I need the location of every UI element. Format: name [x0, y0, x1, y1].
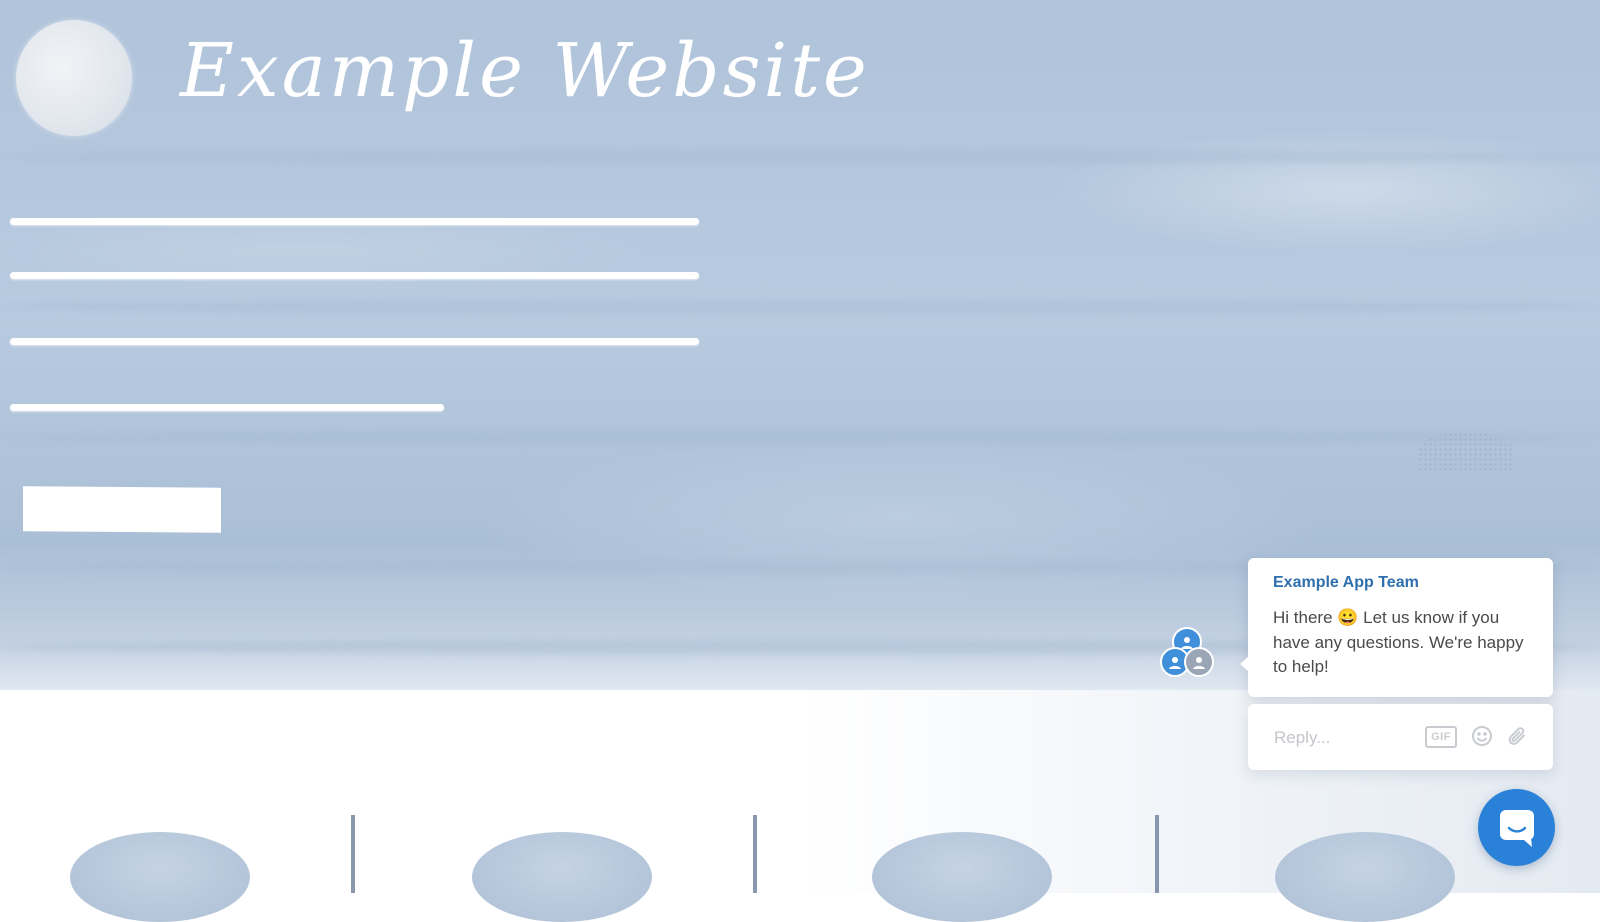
card-divider	[753, 815, 757, 893]
card-image	[472, 832, 652, 922]
placeholder-text-line	[10, 272, 699, 279]
cta-button[interactable]	[23, 486, 221, 533]
card-divider	[351, 815, 355, 893]
card-image	[872, 832, 1052, 922]
reply-composer: GIF	[1248, 704, 1553, 770]
team-avatars	[1160, 627, 1216, 677]
placeholder-text-line	[10, 218, 699, 225]
logo-moon-icon	[16, 20, 132, 136]
chat-message-card[interactable]: Example App Team Hi there 😀 Let us know …	[1240, 558, 1553, 697]
card-image	[1275, 832, 1455, 922]
team-avatar-icon	[1184, 647, 1214, 677]
chat-launcher-button[interactable]	[1478, 789, 1555, 866]
site-title: Example Website	[180, 28, 870, 114]
reply-input[interactable]	[1272, 724, 1426, 752]
card-image	[70, 832, 250, 922]
decorative-dots	[1418, 432, 1514, 470]
placeholder-text-line	[10, 404, 444, 411]
gif-icon[interactable]: GIF	[1425, 726, 1457, 748]
attachment-icon[interactable]	[1505, 724, 1529, 748]
card-divider	[1155, 815, 1159, 893]
chat-bubble-icon	[1499, 809, 1534, 847]
chat-team-name: Example App Team	[1273, 574, 1419, 591]
placeholder-text-line	[10, 338, 699, 345]
chat-message-text: Hi there 😀 Let us know if you have any q…	[1273, 608, 1524, 676]
emoji-icon[interactable]	[1470, 724, 1494, 748]
